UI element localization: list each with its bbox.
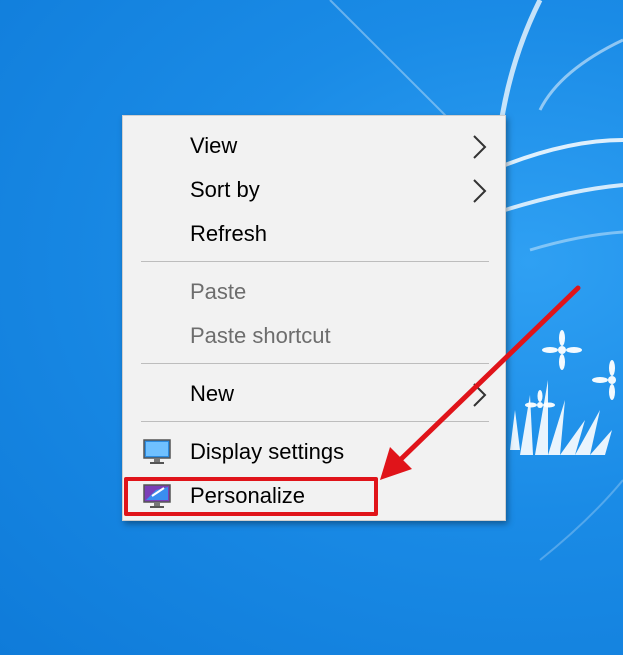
menu-item-paste-shortcut-label: Paste shortcut — [190, 323, 331, 348]
menu-item-paste[interactable]: Paste — [123, 270, 505, 314]
menu-item-view[interactable]: View — [123, 124, 505, 168]
chevron-right-icon — [473, 179, 487, 203]
display-settings-icon — [143, 439, 171, 464]
personalize-highlight-box — [124, 477, 378, 516]
menu-separator — [141, 261, 489, 262]
menu-item-display-settings[interactable]: Display settings — [123, 430, 505, 474]
menu-item-paste-label: Paste — [190, 279, 247, 304]
menu-separator — [141, 363, 489, 364]
chevron-right-icon — [473, 383, 487, 407]
desktop-background[interactable]: View Sort by Refresh Paste Paste shortcu… — [0, 0, 623, 655]
menu-separator — [141, 421, 489, 422]
desktop-context-menu: View Sort by Refresh Paste Paste shortcu… — [122, 115, 506, 521]
chevron-right-icon — [473, 135, 487, 159]
menu-item-paste-shortcut[interactable]: Paste shortcut — [123, 314, 505, 358]
menu-item-refresh-label: Refresh — [190, 221, 268, 246]
menu-item-refresh[interactable]: Refresh — [123, 212, 505, 256]
menu-item-new-label: New — [190, 381, 235, 406]
menu-item-sort-by[interactable]: Sort by — [123, 168, 505, 212]
menu-item-sort-by-label: Sort by — [190, 177, 260, 202]
menu-item-display-settings-label: Display settings — [190, 439, 345, 464]
menu-item-view-label: View — [190, 133, 238, 158]
menu-item-new[interactable]: New — [123, 372, 505, 416]
